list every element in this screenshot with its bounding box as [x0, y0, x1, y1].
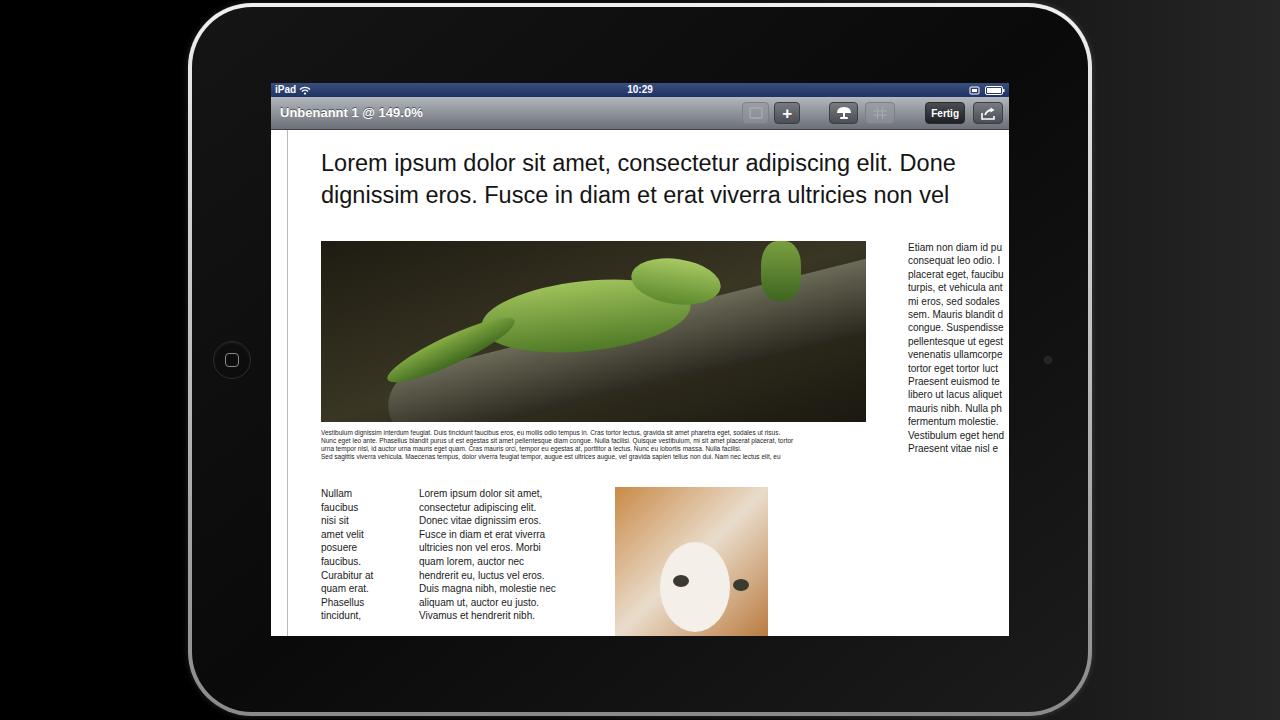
status-right	[653, 86, 1005, 95]
column-line: faucibus.	[321, 555, 419, 569]
media-button	[742, 102, 769, 124]
column-line: Fusce in diam et erat viverra	[419, 528, 615, 542]
kitten-face	[660, 542, 730, 632]
add-button[interactable]: +	[774, 102, 800, 124]
column-line: Vivamus et hendrerit nibh.	[419, 609, 615, 623]
sidebar-line: sem. Mauris blandit d	[908, 308, 1009, 321]
home-square-icon	[225, 353, 239, 367]
sidebar-line: mi eros, sed sodales	[908, 295, 1009, 308]
done-button[interactable]: Fertig	[925, 102, 965, 124]
headline: Lorem ipsum dolor sit amet, consectetur …	[321, 147, 1009, 211]
status-left: iPad	[275, 83, 627, 97]
kitten-photo	[615, 487, 768, 636]
share-icon	[980, 107, 996, 120]
status-bar: iPad 10:29	[271, 83, 1009, 97]
battery-icon	[985, 86, 1005, 95]
column-line: Curabitur at	[321, 569, 419, 583]
grid-icon	[873, 107, 887, 119]
sidebar-line: Praesent euismod te	[908, 375, 1009, 388]
column-line: nisi sit	[321, 514, 419, 528]
sidebar-line: Praesent vitae nisl e	[908, 442, 1009, 455]
column-2: Lorem ipsum dolor sit amet,consectetur a…	[419, 487, 615, 623]
stage: iPad 10:29 Unbenannt 1 @ 149.0% + Fertig Lore…	[0, 0, 1280, 720]
toolbar: Unbenannt 1 @ 149.0% + Fertig	[271, 97, 1009, 130]
document-body: Lorem ipsum dolor sit amet, consectetur …	[287, 130, 1009, 636]
caption-line: Sed sagittis viverra vehicula. Maecenas …	[321, 453, 866, 461]
sidebar-line: pellentesque ut egest	[908, 335, 1009, 348]
screen-column: iPad 10:29 Unbenannt 1 @ 149.0% + Fertig Lore…	[271, 7, 1009, 712]
column-line: Lorem ipsum dolor sit amet,	[419, 487, 615, 501]
ipad-bezel: iPad 10:29 Unbenannt 1 @ 149.0% + Fertig Lore…	[192, 7, 1088, 712]
sidebar-line: turpis, et vehicula ant	[908, 281, 1009, 294]
lizard-foot	[761, 241, 801, 301]
column-line: consectetur adipiscing elit.	[419, 501, 615, 515]
done-label: Fertig	[931, 106, 959, 121]
bottom-row: Nullamfaucibusnisi sitamet velitposueref…	[321, 487, 1009, 636]
headline-line: Lorem ipsum dolor sit amet, consectetur …	[321, 147, 1009, 179]
camera-icon	[1044, 356, 1052, 364]
kitten-eye	[733, 579, 749, 591]
tools-button[interactable]	[829, 102, 858, 124]
wifi-icon	[299, 86, 311, 95]
media-icon	[749, 107, 763, 119]
column-line: hendrerit eu, luctus vel eros.	[419, 569, 615, 583]
sidebar-line: fermentum molestie.	[908, 415, 1009, 428]
sidebar-line: Etiam non diam id pu	[908, 241, 1009, 254]
sidebar-line: consequat leo odio. I	[908, 254, 1009, 267]
ipad-frame: iPad 10:29 Unbenannt 1 @ 149.0% + Fertig Lore…	[188, 3, 1092, 716]
top-row: Vestibulum dignissim interdum feugiat. D…	[321, 241, 1009, 461]
column-line: ultricies non vel eros. Morbi	[419, 541, 615, 555]
sidebar-line: venenatis ullamcorpe	[908, 348, 1009, 361]
column-line: Phasellus	[321, 596, 419, 610]
lizard-photo	[321, 241, 866, 422]
column-line: amet velit	[321, 528, 419, 542]
bezel-right	[1009, 7, 1088, 712]
caption-line: Nunc eget leo ante. Phasellus blandit pu…	[321, 437, 866, 445]
share-button[interactable]	[973, 102, 1003, 124]
figure-column: Vestibulum dignissim interdum feugiat. D…	[321, 241, 866, 461]
column-line: Duis magna nibh, molestie nec	[419, 582, 615, 596]
kitten-eye	[673, 575, 689, 587]
tools-icon	[836, 106, 852, 120]
grid-button	[865, 102, 895, 124]
toolbar-buttons: + Fertig	[742, 102, 1003, 124]
column-line: Nullam	[321, 487, 419, 501]
sidebar-line: mauris nibh. Nulla ph	[908, 402, 1009, 415]
home-button[interactable]	[213, 341, 251, 379]
caption: Vestibulum dignissim interdum feugiat. D…	[321, 429, 866, 461]
bezel-left	[192, 7, 271, 712]
document-page: Lorem ipsum dolor sit amet, consectetur …	[271, 130, 1009, 636]
sidebar-line: tortor eget tortor luct	[908, 362, 1009, 375]
caption-line: Vestibulum dignissim interdum feugiat. D…	[321, 429, 866, 437]
headline-line: dignissim eros. Fusce in diam et erat vi…	[321, 179, 1009, 211]
sidebar-line: placerat eget, faucibu	[908, 268, 1009, 281]
column-line: tincidunt,	[321, 609, 419, 623]
sidebar-text: Etiam non diam id puconsequat leo odio. …	[908, 241, 1009, 461]
clock: 10:29	[627, 83, 653, 97]
screen: iPad 10:29 Unbenannt 1 @ 149.0% + Fertig Lore…	[271, 83, 1009, 636]
column-line: posuere	[321, 541, 419, 555]
column-line: Donec vitae dignissim eros.	[419, 514, 615, 528]
rotation-lock-icon	[969, 86, 980, 95]
sidebar-line: congue. Suspendisse	[908, 321, 1009, 334]
caption-line: urna tempor nisl, id auctor urna mauris …	[321, 445, 866, 453]
document-title: Unbenannt 1 @ 149.0%	[280, 103, 423, 123]
sidebar-line: Vestibulum eget hend	[908, 429, 1009, 442]
add-label: +	[782, 105, 792, 122]
column-line: quam erat.	[321, 582, 419, 596]
column-1: Nullamfaucibusnisi sitamet velitposueref…	[321, 487, 419, 623]
column-line: quam lorem, auctor nec	[419, 555, 615, 569]
column-line: aliquam ut, auctor eu justo.	[419, 596, 615, 610]
sidebar-line: libero ut lacus aliquet	[908, 388, 1009, 401]
device-name: iPad	[275, 83, 296, 97]
column-line: faucibus	[321, 501, 419, 515]
